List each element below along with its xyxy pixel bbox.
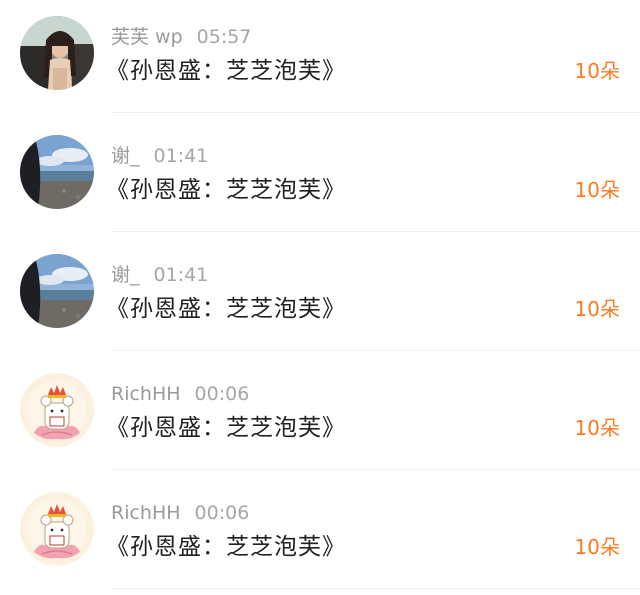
flower-count: 10朵	[574, 297, 620, 321]
bear-on-lotus-avatar[interactable]	[20, 492, 94, 566]
list-item[interactable]: RichHH 00:06 《孙恩盛：芝芝泡芙》 10朵	[0, 357, 640, 476]
timestamp: 01:41	[153, 264, 209, 286]
gift-message: 《孙恩盛：芝芝泡芙》	[106, 534, 346, 560]
user-name[interactable]: 谢_	[111, 145, 140, 167]
user-name[interactable]: 谢_	[111, 264, 140, 286]
gift-message: 《孙恩盛：芝芝泡芙》	[106, 415, 346, 441]
divider	[111, 112, 640, 113]
divider	[111, 588, 640, 589]
list-item[interactable]: 谢_ 01:41 《孙恩盛：芝芝泡芙》 10朵	[0, 238, 640, 357]
timestamp: 01:41	[153, 145, 209, 167]
bear-on-lotus-avatar-image	[20, 373, 94, 447]
gift-message: 《孙恩盛：芝芝泡芙》	[106, 58, 346, 84]
seaside-avatar-image	[20, 254, 94, 328]
gift-meta: RichHH 00:06	[111, 381, 249, 407]
timestamp: 05:57	[196, 26, 252, 48]
user-name[interactable]: RichHH	[111, 502, 181, 524]
girl-in-car-avatar[interactable]	[20, 16, 94, 90]
divider	[111, 231, 640, 232]
gift-meta: 芙芙 wp 05:57	[111, 24, 251, 50]
list-item[interactable]: 芙芙 wp 05:57 《孙恩盛：芝芝泡芙》 10朵	[0, 0, 640, 119]
bear-on-lotus-avatar[interactable]	[20, 373, 94, 447]
flower-count: 10朵	[574, 535, 620, 559]
gift-meta: 谢_ 01:41	[111, 143, 208, 169]
list-item[interactable]: 谢_ 01:41 《孙恩盛：芝芝泡芙》 10朵	[0, 119, 640, 238]
gift-meta: RichHH 00:06	[111, 500, 249, 526]
divider	[111, 469, 640, 470]
gift-list: 芙芙 wp 05:57 《孙恩盛：芝芝泡芙》 10朵 谢_ 01:41 《孙恩盛：芝…	[0, 0, 640, 591]
user-name[interactable]: 芙芙 wp	[111, 26, 183, 48]
timestamp: 00:06	[194, 502, 250, 524]
seaside-avatar[interactable]	[20, 254, 94, 328]
divider	[111, 350, 640, 351]
timestamp: 00:06	[194, 383, 250, 405]
gift-message: 《孙恩盛：芝芝泡芙》	[106, 296, 346, 322]
bear-on-lotus-avatar-image	[20, 492, 94, 566]
flower-count: 10朵	[574, 59, 620, 83]
flower-count: 10朵	[574, 416, 620, 440]
flower-count: 10朵	[574, 178, 620, 202]
seaside-avatar-image	[20, 135, 94, 209]
gift-message: 《孙恩盛：芝芝泡芙》	[106, 177, 346, 203]
list-item[interactable]: RichHH 00:06 《孙恩盛：芝芝泡芙》 10朵	[0, 476, 640, 595]
seaside-avatar[interactable]	[20, 135, 94, 209]
girl-in-car-avatar-image	[20, 16, 94, 90]
user-name[interactable]: RichHH	[111, 383, 181, 405]
gift-meta: 谢_ 01:41	[111, 262, 208, 288]
